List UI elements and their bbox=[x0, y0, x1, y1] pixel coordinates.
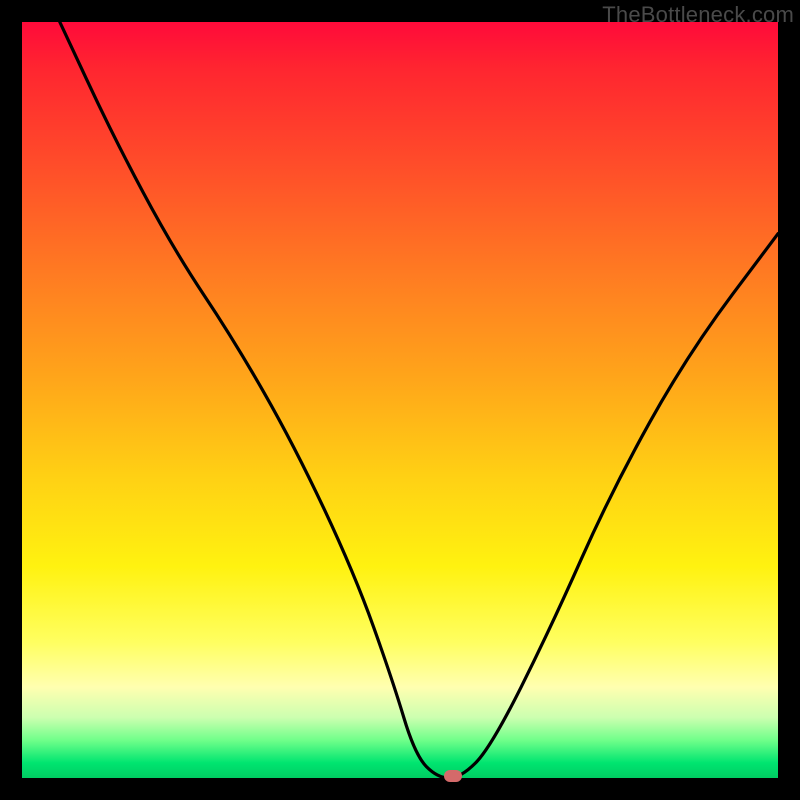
bottleneck-curve bbox=[0, 0, 800, 800]
chart-frame: TheBottleneck.com bbox=[0, 0, 800, 800]
min-marker bbox=[444, 770, 462, 782]
watermark-text: TheBottleneck.com bbox=[602, 2, 794, 28]
